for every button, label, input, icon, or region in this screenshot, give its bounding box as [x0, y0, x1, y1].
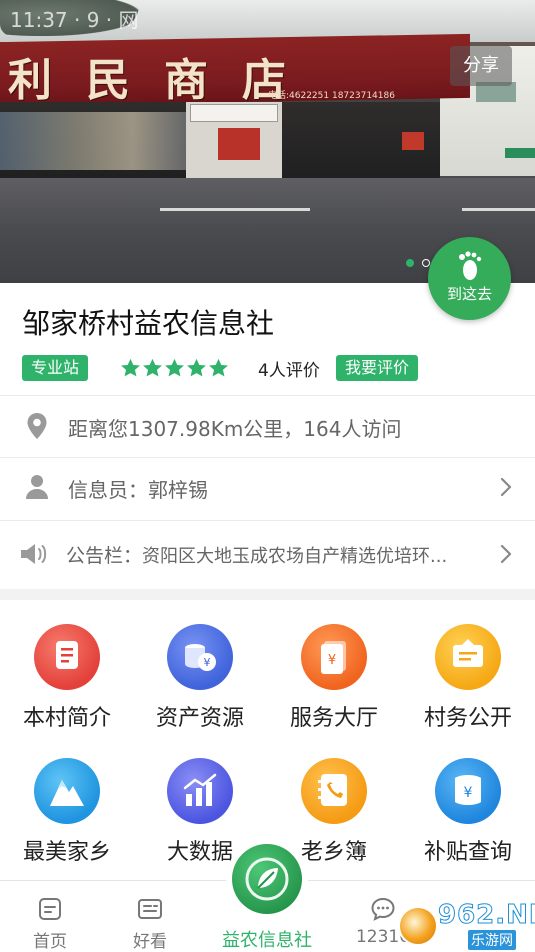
section-gap [0, 589, 535, 600]
notice-board-icon [435, 624, 501, 690]
svg-text:¥: ¥ [204, 656, 211, 669]
tab-label: 首页 [33, 932, 67, 952]
service-label: 本村简介 [22, 706, 111, 731]
page-title: 邹家桥村益农信息社 [22, 307, 275, 340]
distance-row: 距离您1307.98Km公里，164人访问 [0, 397, 535, 457]
subsidy-icon: ¥ [435, 758, 501, 824]
service-village-affairs[interactable]: 村务公开 [401, 624, 535, 754]
station-type-badge: 专业站 [22, 355, 89, 381]
service-label: 服务大厅 [289, 706, 378, 731]
navigate-here-button[interactable]: 到这去 [428, 237, 511, 320]
shop-shelf [0, 112, 190, 170]
divider [0, 395, 535, 396]
coins-icon: ¥ [167, 624, 233, 690]
rating-stars [120, 355, 229, 381]
document-icon [34, 624, 100, 690]
service-assets[interactable]: ¥ 资产资源 [133, 624, 267, 754]
chevron-right-icon [500, 477, 512, 497]
person-icon [26, 475, 48, 499]
notice-label: 公告栏： [66, 545, 143, 567]
road-marking [462, 208, 535, 211]
chat-icon [371, 897, 395, 921]
location-pin-icon [27, 413, 47, 439]
phonebook-icon [301, 758, 367, 824]
watermark-text: 962.NET [437, 900, 535, 931]
bar-chart-icon [167, 758, 233, 824]
svg-text:¥: ¥ [328, 653, 336, 668]
service-subsidy-query[interactable]: ¥ 补贴查询 [401, 758, 535, 888]
notice-text: 公告栏：资阳区大地玉成农场自产精选优培环... [66, 541, 447, 568]
service-hall[interactable]: ¥ 服务大厅 [267, 624, 401, 754]
shop-poster [218, 128, 260, 160]
status-bar-text: 11:37 · 9 · 网 [10, 8, 139, 32]
app-screen: 利民商店 电话:4622251 18723714186 11:37 · 9 · … [0, 0, 535, 952]
star-icon [143, 358, 162, 377]
star-icon [165, 358, 184, 377]
video-card-icon [138, 899, 162, 919]
shop-poster-small [402, 132, 424, 150]
service-hall-icon: ¥ [301, 624, 367, 690]
carousel-dot-active[interactable] [406, 259, 414, 267]
tab-label-active: 益农信息社 [222, 930, 312, 951]
informant-row[interactable]: 信息员：郭梓锡 [0, 458, 535, 518]
watermark-subtext: 乐游网 [468, 930, 516, 950]
review-count: 4人评价 [258, 361, 320, 381]
leaf-logo-icon [232, 844, 302, 914]
share-button[interactable]: 分享 [450, 46, 512, 86]
road-marking [160, 208, 310, 211]
speaker-icon [21, 544, 47, 564]
tab-home[interactable]: 首页 [0, 881, 100, 952]
informant-text: 信息员：郭梓锡 [68, 478, 208, 502]
shop-door-label [190, 104, 278, 122]
write-review-button[interactable]: 我要评价 [336, 355, 419, 381]
chevron-right-icon [500, 544, 512, 564]
banner-green-strip [505, 148, 535, 158]
service-village-intro[interactable]: 本村简介 [0, 624, 134, 754]
svg-text:¥: ¥ [464, 785, 473, 801]
tab-label: 好看 [133, 932, 167, 952]
home-icon [39, 898, 61, 920]
service-beautiful-hometown[interactable]: 最美家乡 [0, 758, 134, 888]
site-watermark: 962.NET 乐游网 [398, 900, 535, 950]
tab-good-look[interactable]: 好看 [100, 881, 200, 952]
tab-yinong-center[interactable] [226, 838, 308, 920]
star-icon [187, 358, 206, 377]
star-icon [121, 358, 140, 377]
service-label: 资产资源 [155, 706, 244, 731]
mountain-icon [34, 758, 100, 824]
divider [0, 520, 535, 521]
star-icon [209, 358, 228, 377]
distance-text: 距离您1307.98Km公里，164人访问 [68, 417, 402, 441]
watermark-logo-icon [398, 906, 438, 946]
footprint-icon [459, 251, 482, 280]
service-label: 补贴查询 [423, 840, 512, 865]
navigate-here-label: 到这去 [446, 285, 492, 303]
service-label: 村务公开 [423, 706, 512, 731]
notice-content: 资阳区大地玉成农场自产精选优培环... [142, 546, 448, 567]
service-label: 最美家乡 [22, 840, 111, 865]
shop-sign-phone: 电话:4622251 18723714186 [268, 91, 395, 101]
